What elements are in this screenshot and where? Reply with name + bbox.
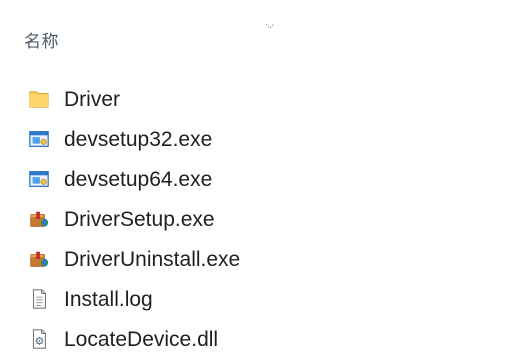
setup-exe-icon [28, 168, 50, 190]
file-name: DriverSetup.exe [64, 207, 215, 231]
file-name: devsetup64.exe [64, 167, 213, 191]
folder-icon [28, 88, 50, 110]
name-column-label: 名称 [24, 31, 59, 52]
file-row-driveruninstall[interactable]: DriverUninstall.exe [28, 239, 488, 279]
installer-package-icon [28, 208, 50, 230]
installer-package-icon [28, 248, 50, 270]
file-row-devsetup64[interactable]: devsetup64.exe [28, 159, 488, 199]
file-name: Driver [64, 87, 120, 111]
file-row-devsetup32[interactable]: devsetup32.exe [28, 119, 488, 159]
setup-exe-icon [28, 128, 50, 150]
file-name: DriverUninstall.exe [64, 247, 241, 271]
file-name: devsetup32.exe [64, 127, 213, 151]
file-row-driversetup[interactable]: DriverSetup.exe [28, 199, 488, 239]
file-name: Install.log [64, 287, 153, 311]
sort-indicator-icon [260, 17, 280, 29]
file-name: LocateDevice.dll [64, 327, 219, 351]
dll-settings-icon [28, 328, 50, 350]
file-row-locatedevice[interactable]: LocateDevice.dll [28, 319, 488, 359]
file-list: Driver devsetup32.exe devsetup64.exe Dri… [28, 79, 488, 359]
file-row-driver[interactable]: Driver [28, 79, 488, 119]
file-row-install-log[interactable]: Install.log [28, 279, 488, 319]
text-document-icon [28, 288, 50, 310]
name-column-header[interactable]: 名称 [24, 23, 484, 54]
file-explorer: 名称 Driver devsetup32.exe devsetup64.exe … [0, 0, 515, 359]
